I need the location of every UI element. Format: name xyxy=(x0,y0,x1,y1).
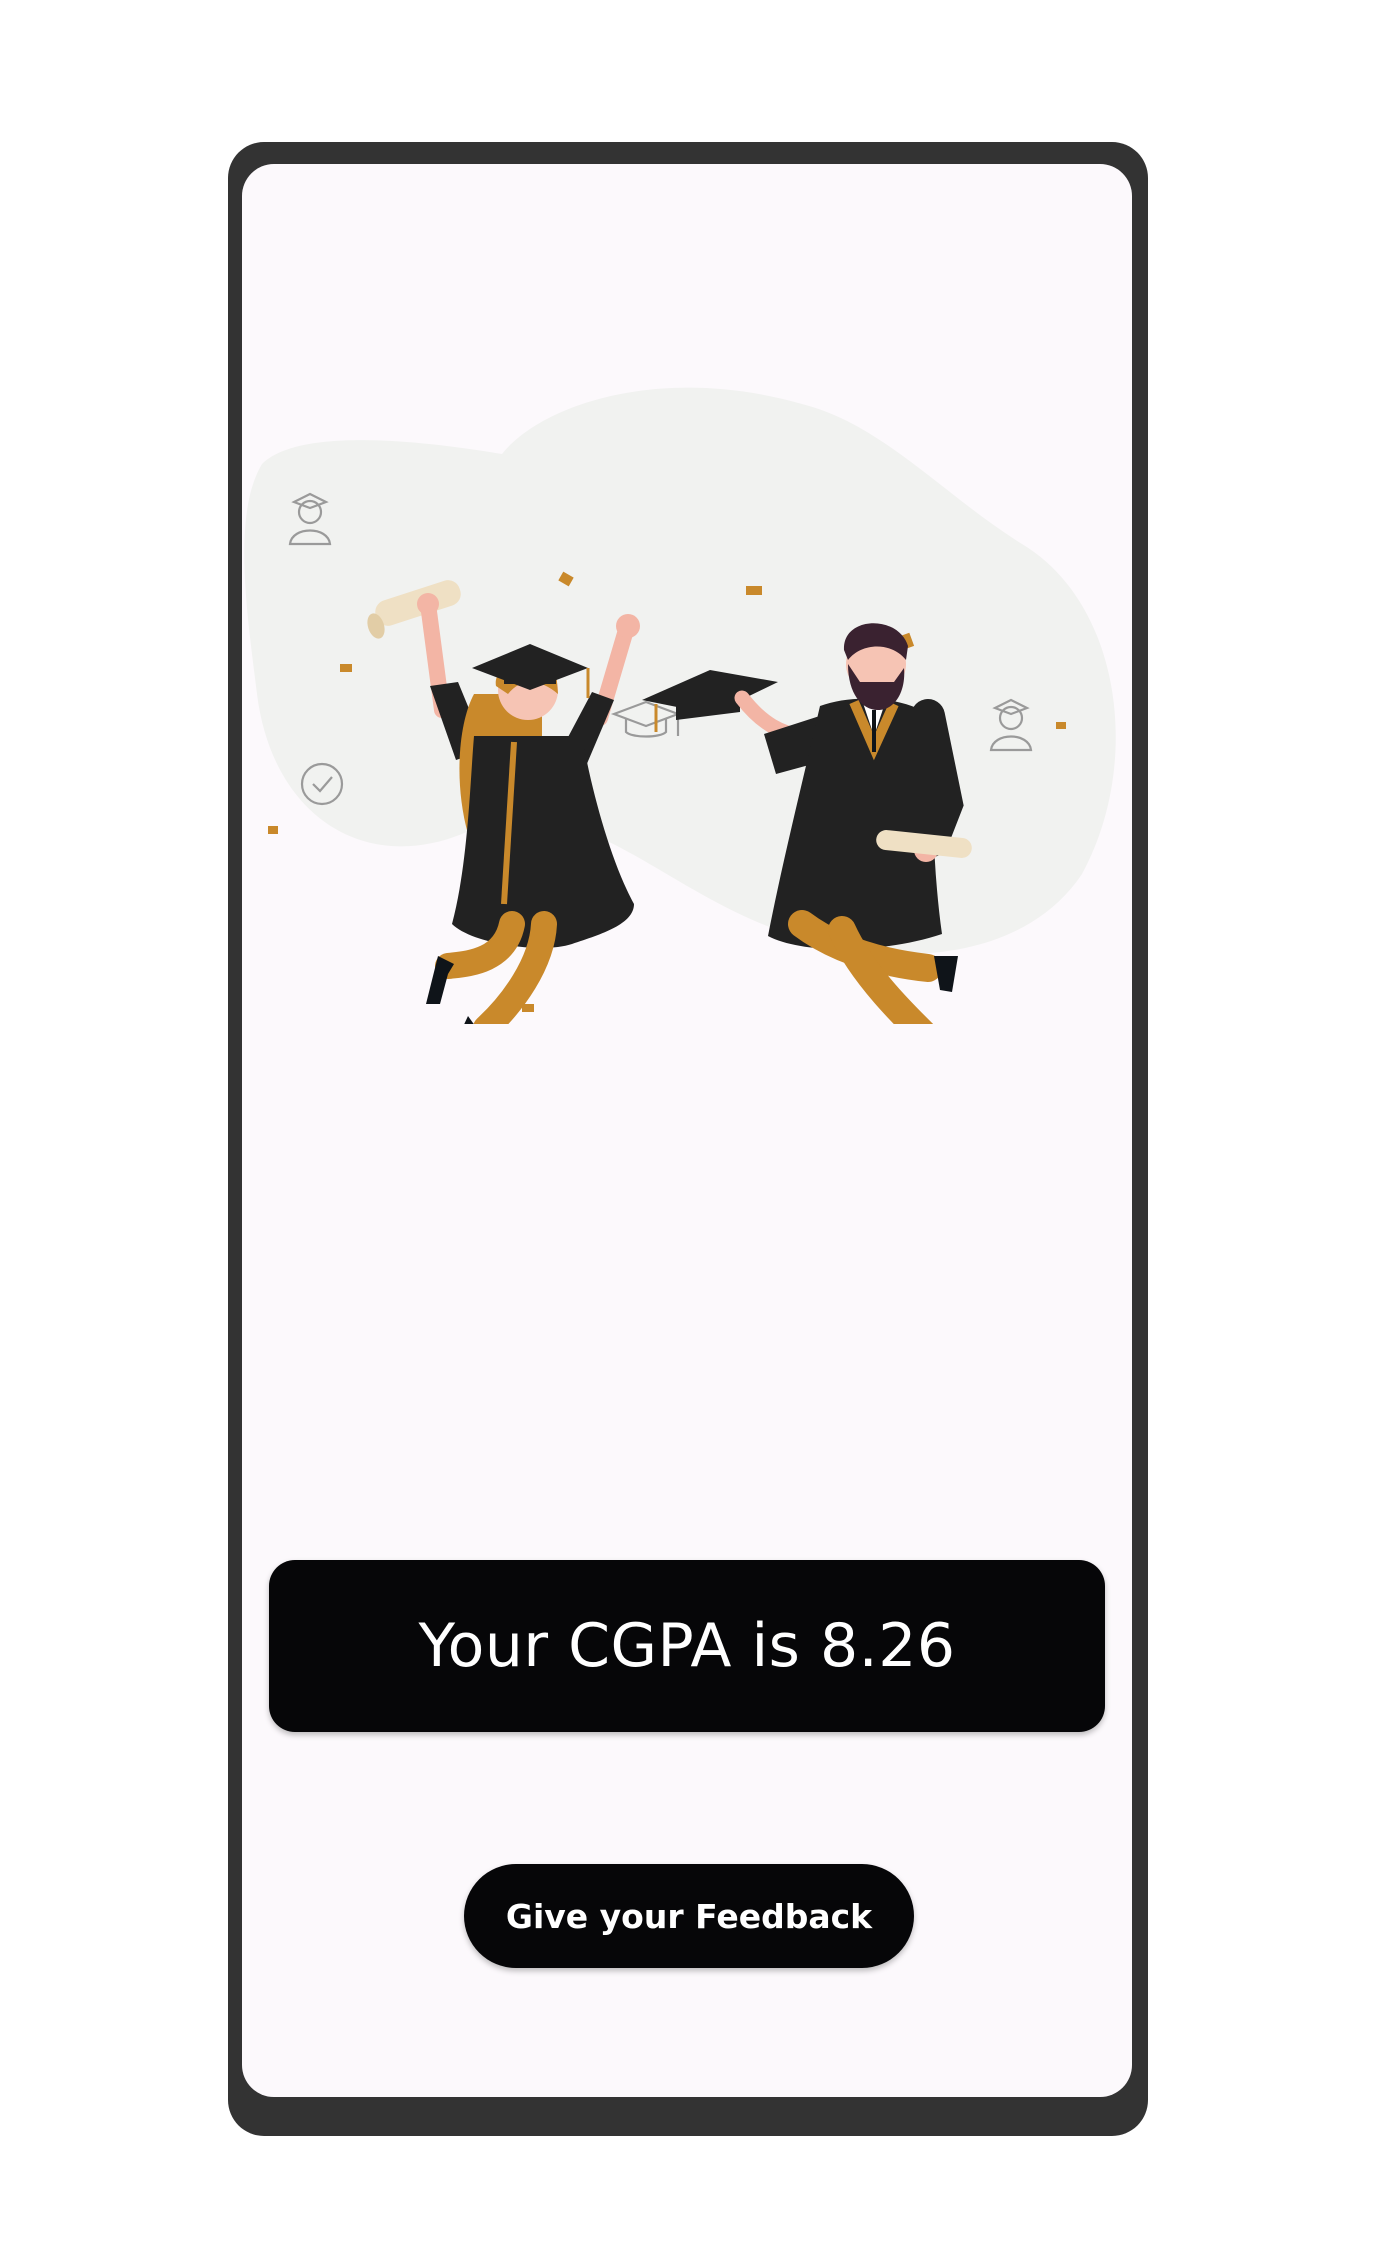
app-screen: Your CGPA is 8.26 Give your Feedback xyxy=(242,164,1132,2097)
give-feedback-button[interactable]: Give your Feedback xyxy=(464,1864,914,1968)
cgpa-result-text: Your CGPA is 8.26 xyxy=(418,1611,956,1681)
background-blob xyxy=(244,387,1116,954)
cgpa-result-card: Your CGPA is 8.26 xyxy=(269,1560,1105,1732)
graduation-celebration-illustration xyxy=(244,387,1116,1024)
phone-frame: Your CGPA is 8.26 Give your Feedback xyxy=(228,142,1148,2136)
